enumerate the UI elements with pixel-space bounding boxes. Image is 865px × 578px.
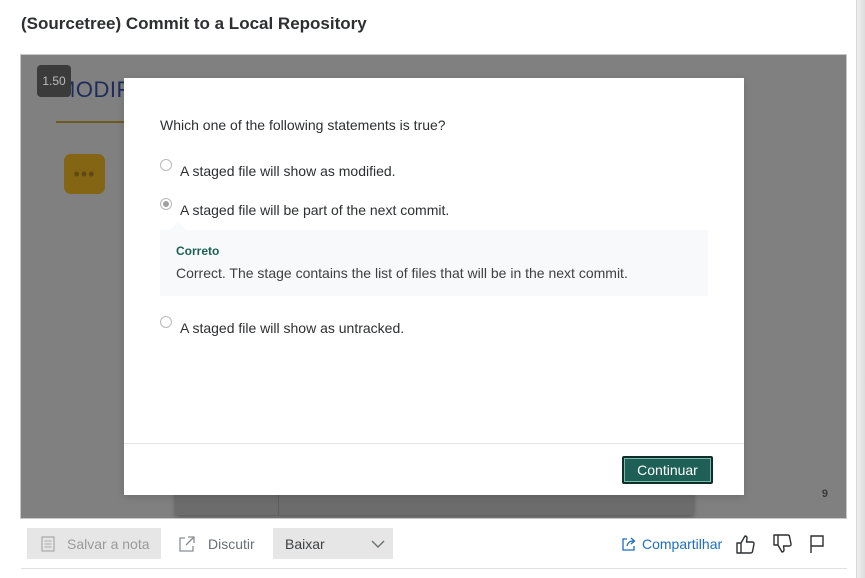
divider <box>21 568 847 569</box>
save-note-button[interactable]: Salvar a nota <box>27 528 161 559</box>
chevron-down-icon <box>371 540 385 548</box>
lecture-toolbar: Salvar a nota Discutir Baixar Compartilh… <box>0 522 865 568</box>
more-dots-icon: ••• <box>64 154 105 194</box>
thumbs-down-icon <box>773 534 792 553</box>
external-link-icon <box>179 535 195 552</box>
radio-button-selected[interactable] <box>160 198 172 210</box>
download-select[interactable]: Baixar <box>273 528 393 559</box>
quiz-dialog: Which one of the following statements is… <box>124 78 744 495</box>
flag-icon <box>810 535 824 553</box>
quiz-option-1[interactable]: A staged file will show as modified. <box>160 159 396 179</box>
share-label: Compartilhar <box>642 535 723 552</box>
thumbs-up-button[interactable] <box>733 532 757 556</box>
quiz-option-label: A staged file will be part of the next c… <box>180 202 450 218</box>
page-scroll-edge <box>856 0 865 578</box>
thumbs-down-button[interactable] <box>770 532 794 556</box>
page-title: (Sourcetree) Commit to a Local Repositor… <box>21 14 367 33</box>
answer-feedback: Correto Correct. The stage contains the … <box>160 222 708 296</box>
quiz-option-2[interactable]: A staged file will be part of the next c… <box>160 198 450 218</box>
radio-button[interactable] <box>160 159 172 171</box>
discuss-label: Discutir <box>208 535 255 552</box>
playback-speed-button[interactable]: 1.50 <box>37 65 71 97</box>
share-button[interactable]: Compartilhar <box>622 528 722 559</box>
radio-button[interactable] <box>160 316 172 328</box>
download-label: Baixar <box>285 535 325 552</box>
thumbs-up-icon <box>736 535 755 554</box>
feedback-text: Correct. The stage contains the list of … <box>176 265 628 281</box>
save-note-label: Salvar a nota <box>67 535 150 552</box>
slide-number: 9 <box>821 488 828 500</box>
quiz-option-3[interactable]: A staged file will show as untracked. <box>160 316 405 336</box>
slide-underline <box>56 121 126 123</box>
share-icon <box>622 537 636 551</box>
continue-button[interactable]: Continuar <box>622 456 713 484</box>
dialog-footer: Continuar <box>124 443 744 495</box>
feedback-title: Correto <box>176 244 220 258</box>
quiz-option-label: A staged file will show as untracked. <box>180 320 405 336</box>
quiz-question: Which one of the following statements is… <box>160 117 446 133</box>
report-button[interactable] <box>805 532 829 556</box>
discuss-button[interactable]: Discutir <box>178 528 255 559</box>
quiz-option-label: A staged file will show as modified. <box>180 163 396 179</box>
note-icon <box>41 535 55 552</box>
